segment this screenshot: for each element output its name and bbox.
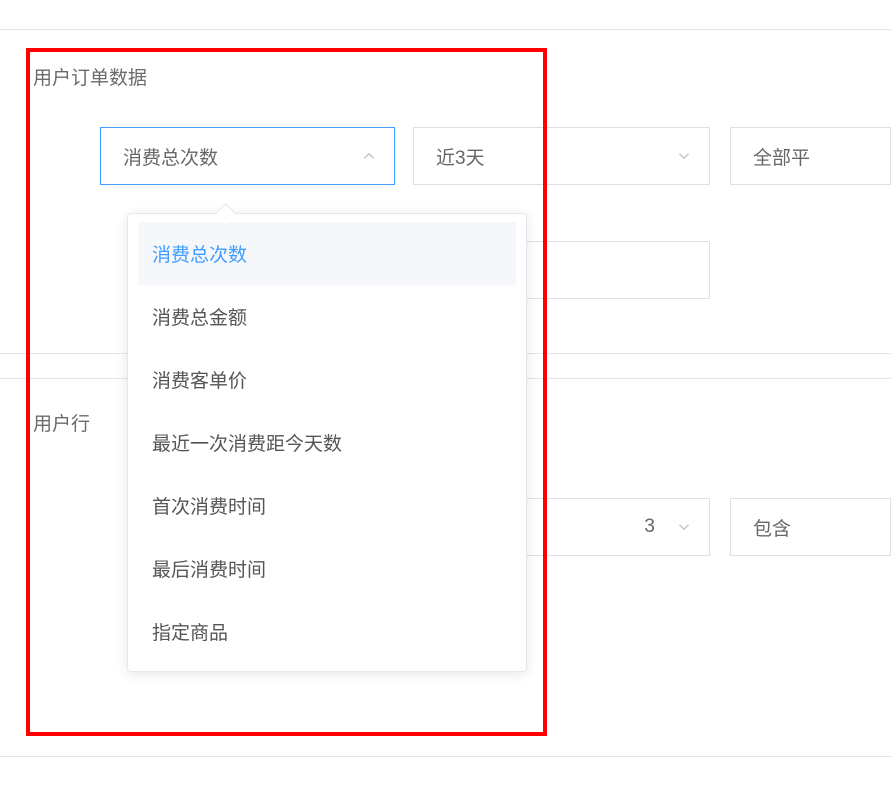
select-time-range-value: 近3天 [436, 143, 667, 170]
select-contain-value: 包含 [753, 514, 874, 541]
select-platform[interactable]: 全部平 [730, 127, 891, 185]
dropdown-item[interactable]: 最近一次消费距今天数 [128, 411, 526, 474]
select-platform-value: 全部平 [753, 143, 874, 170]
dropdown-item[interactable]: 消费总金额 [128, 285, 526, 348]
chevron-down-icon [675, 518, 693, 536]
select-contain[interactable]: 包含 [730, 498, 891, 556]
dropdown-item[interactable]: 最后消费时间 [128, 537, 526, 600]
dropdown-item[interactable]: 消费总次数 [138, 222, 516, 285]
dropdown-item[interactable]: 消费客单价 [128, 348, 526, 411]
dropdown-item[interactable]: 指定商品 [128, 600, 526, 663]
select-metric-value: 消费总次数 [123, 143, 352, 170]
metric-dropdown: 消费总次数 消费总金额 消费客单价 最近一次消费距今天数 首次消费时间 最后消费… [127, 213, 527, 672]
section-title-behavior-data: 用户行 [33, 409, 90, 436]
chevron-down-icon [675, 147, 693, 165]
chevron-up-icon [360, 147, 378, 165]
section-title-order-data: 用户订单数据 [33, 63, 147, 90]
select-metric[interactable]: 消费总次数 [100, 127, 395, 185]
select-time-range[interactable]: 近3天 [413, 127, 710, 185]
dropdown-item[interactable]: 首次消费时间 [128, 474, 526, 537]
